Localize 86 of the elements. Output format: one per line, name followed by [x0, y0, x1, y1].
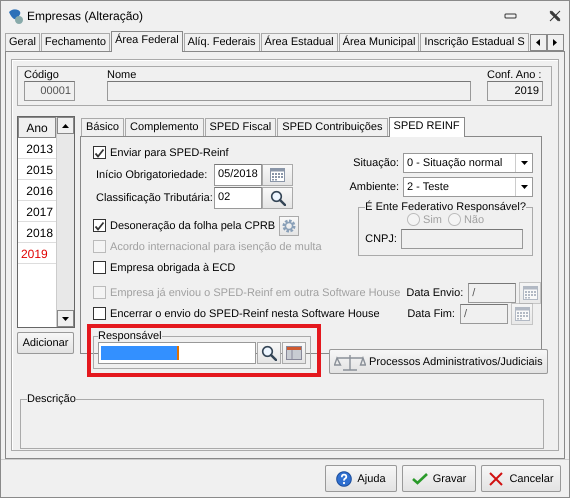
checkbox[interactable]: [93, 146, 106, 159]
code-field: 00001: [24, 81, 75, 101]
table-icon: [286, 346, 302, 360]
close-icon: [488, 470, 504, 486]
field-label: Nome: [107, 69, 138, 81]
scroll-up-button[interactable]: [57, 117, 74, 134]
tab[interactable]: Área Municipal: [338, 33, 420, 51]
tab[interactable]: Área Estadual: [260, 33, 338, 51]
checkbox-label: Enviar para SPED-Reinf: [110, 146, 229, 158]
dropdown-arrow-icon: [520, 159, 528, 167]
field-label: CNPJ:: [365, 232, 397, 244]
check-icon: [94, 148, 105, 158]
group-title: É Ente Federativo Responsável?: [365, 201, 526, 213]
close-icon[interactable]: [549, 10, 561, 22]
search-button[interactable]: [262, 186, 293, 208]
dropdown-value: 2 - Teste: [407, 181, 450, 193]
tab[interactable]: Área Federal: [111, 31, 183, 52]
dropdown[interactable]: 0 - Situação normal: [403, 153, 533, 173]
tab[interactable]: Complemento: [125, 118, 204, 136]
table-button[interactable]: [282, 342, 306, 364]
check-icon: [412, 470, 428, 486]
save-button[interactable]: Gravar: [402, 465, 476, 492]
scroll-left-button[interactable]: [530, 34, 547, 51]
app-icon: [7, 8, 23, 24]
window-title: Empresas (Alteração): [27, 8, 144, 22]
checkbox[interactable]: [93, 261, 106, 274]
search-icon: [261, 345, 277, 361]
processes-button[interactable]: Processos Administrativos/Judiciais: [329, 349, 548, 374]
tab[interactable]: Geral: [5, 33, 40, 51]
field-label: Código: [24, 69, 60, 81]
field-label: Situação:: [353, 157, 399, 169]
tab[interactable]: SPED Fiscal: [204, 118, 276, 136]
field-label: Classificação Tributária:: [96, 192, 214, 204]
right-arrow-icon: [551, 38, 560, 47]
checkbox[interactable]: [93, 219, 106, 232]
year-field: 2019: [487, 81, 543, 101]
group-title: Descrição: [27, 393, 76, 405]
down-arrow-icon: [61, 314, 70, 322]
cnpj-field[interactable]: [400, 228, 523, 248]
checkbox[interactable]: [93, 307, 106, 320]
field-label: Data Envio:: [406, 286, 464, 298]
group-title: Responsável: [98, 330, 162, 342]
radio-label: Sim: [423, 214, 442, 226]
tab[interactable]: SPED Contribuições: [277, 118, 388, 136]
calendar-button[interactable]: [519, 282, 542, 304]
field-label: Início Obrigatoriedade:: [96, 168, 208, 180]
checkbox-label: Encerrar o envio do SPED-Reinf nesta Software House: [110, 308, 380, 320]
scale-icon: [334, 352, 366, 370]
search-button[interactable]: [257, 342, 281, 364]
field-label: Ambiente:: [349, 181, 399, 193]
gear-icon: [281, 218, 298, 234]
tab[interactable]: Básico: [81, 118, 124, 136]
date-field: /: [468, 282, 516, 302]
checkbox-label: Desoneração da folha pela CPRB: [110, 220, 276, 232]
dropdown-arrow-icon: [520, 183, 528, 191]
dropdown[interactable]: 2 - Teste: [403, 177, 533, 197]
minimize-icon[interactable]: [504, 10, 517, 20]
field-label: Conf. Ano :: [487, 69, 542, 81]
code-field[interactable]: 02: [214, 186, 262, 208]
field-label: Data Fim:: [407, 308, 455, 320]
date-field: /: [460, 304, 508, 324]
dropdown-value: 0 - Situação normal: [407, 157, 504, 169]
help-button[interactable]: Ajuda: [325, 465, 397, 492]
date-field[interactable]: 05/2018: [214, 164, 262, 186]
cancel-button[interactable]: Cancelar: [481, 465, 561, 492]
up-arrow-icon: [61, 122, 70, 130]
radio-label: Não: [464, 214, 484, 226]
check-icon: [94, 220, 105, 230]
tab[interactable]: Inscrição Estadual S: [420, 33, 529, 51]
search-icon: [270, 190, 286, 206]
column-header: Ano: [18, 117, 56, 138]
calendar-icon: [270, 167, 285, 182]
scroll-right-button[interactable]: [546, 34, 564, 51]
add-button[interactable]: Adicionar: [17, 332, 74, 354]
responsible-field[interactable]: [98, 342, 256, 364]
scroll-down-button[interactable]: [57, 310, 74, 327]
calendar-icon: [514, 306, 530, 321]
checkbox-label: Empresa já enviou o SPED-Reinf em outra Software House: [110, 286, 400, 298]
tab[interactable]: SPED REINF: [388, 117, 465, 137]
help-icon: [336, 470, 352, 486]
checkbox-label: Acordo internacional para isenção de multa: [110, 240, 322, 252]
left-arrow-icon: [534, 38, 542, 47]
tab[interactable]: Fechamento: [40, 33, 110, 51]
tab[interactable]: Alíq. Federais: [184, 33, 260, 51]
checkbox-label: Empresa obrigada à ECD: [110, 262, 236, 274]
calendar-icon: [522, 285, 538, 300]
